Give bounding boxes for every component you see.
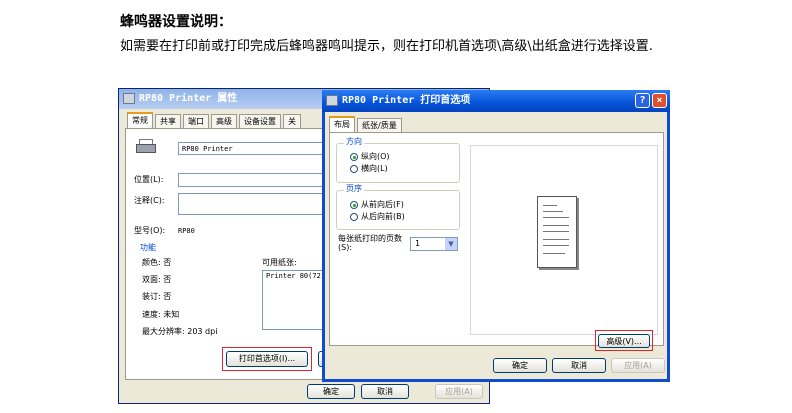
front-to-back-radio[interactable]: 从前向后(F)	[350, 200, 404, 210]
close-icon[interactable]: ×	[652, 93, 667, 108]
properties-apply-button[interactable]: 应用(A)	[435, 384, 483, 399]
portrait-radio[interactable]: 纵向(O)	[350, 152, 390, 162]
screenshot: RP80 Printer 属性 常规 共享 端口 高级 设备设置 关 RP80 …	[118, 88, 670, 404]
tab-general[interactable]: 常规	[127, 112, 153, 129]
tab-advanced[interactable]: 高级	[211, 114, 237, 128]
location-field[interactable]	[178, 173, 326, 187]
duplex-feature: 双面: 否	[142, 275, 172, 284]
doc-title: 蜂鸣器设置说明：	[120, 14, 232, 30]
tab-device-settings[interactable]: 设备设置	[239, 114, 281, 128]
staple-feature: 装订: 否	[142, 292, 172, 301]
speed-feature: 速度: 未知	[142, 310, 180, 319]
tab-sharing[interactable]: 共享	[155, 114, 181, 128]
printer-large-icon	[136, 139, 156, 155]
back-to-front-radio[interactable]: 从后向前(B)	[350, 212, 405, 222]
pages-per-sheet-select[interactable]: 1 ▼	[410, 237, 458, 251]
layout-panel: 方向 纵向(O) 横向(L) 页序 从前向后(F) 从后向前(B) 每张纸打印的…	[329, 132, 664, 346]
tab-layout[interactable]: 布局	[329, 116, 355, 133]
preferences-window: RP80 Printer 打印首选项 ? × 布局 纸张/质量 方向 纵向(O)…	[322, 90, 670, 382]
properties-title: RP80 Printer 属性	[139, 93, 238, 104]
printer-icon	[123, 93, 135, 104]
landscape-radio[interactable]: 横向(L)	[350, 164, 388, 174]
properties-tabs: 常规 共享 端口 高级 设备设置 关	[127, 112, 303, 129]
tab-about[interactable]: 关	[283, 114, 301, 128]
chevron-down-icon[interactable]: ▼	[445, 238, 457, 250]
doc-paragraph: 如需要在打印前或打印完成后蜂鸣器鸣叫提示，则在打印机首选项\高级\出纸盒进行选择…	[120, 39, 653, 54]
orientation-group	[336, 143, 460, 183]
pages-per-sheet-value: 1	[415, 239, 421, 248]
page-order-title: 页序	[344, 183, 364, 194]
printer-icon	[326, 95, 338, 106]
comment-label: 注释(C):	[134, 196, 165, 205]
properties-ok-button[interactable]: 确定	[307, 384, 355, 399]
resolution-feature: 最大分辨率: 203 dpi	[142, 327, 218, 336]
preferences-cancel-button[interactable]: 取消	[552, 358, 606, 373]
preferences-ok-button[interactable]: 确定	[493, 358, 547, 373]
preferences-titlebar[interactable]: RP80 Printer 打印首选项 ? ×	[322, 90, 670, 112]
model-value: RP80	[178, 227, 195, 235]
model-label: 型号(O):	[134, 226, 166, 235]
location-label: 位置(L):	[134, 175, 164, 184]
preferences-tabs: 布局 纸张/质量	[329, 116, 404, 133]
orientation-title: 方向	[344, 136, 364, 147]
page-preview-icon	[537, 196, 577, 268]
highlight-print-preferences	[222, 347, 312, 371]
tab-ports[interactable]: 端口	[183, 114, 209, 128]
paper-list[interactable]: Printer 80(72	[262, 270, 326, 330]
preferences-apply-button[interactable]: 应用(A)	[611, 358, 665, 373]
page-order-group	[336, 190, 460, 230]
paper-label: 可用纸张:	[262, 258, 297, 267]
help-icon[interactable]: ?	[635, 93, 650, 108]
printer-name-field[interactable]: RP80 Printer	[178, 142, 326, 155]
layout-preview	[470, 145, 658, 335]
color-feature: 颜色: 否	[142, 258, 172, 267]
general-panel: RP80 Printer 位置(L): 注释(C): 型号(O): RP80 功…	[125, 128, 328, 380]
properties-cancel-button[interactable]: 取消	[361, 384, 409, 399]
tab-paper-quality[interactable]: 纸张/质量	[357, 118, 402, 132]
preferences-title: RP80 Printer 打印首选项	[342, 95, 471, 106]
pages-per-sheet-label: 每张纸打印的页数(S):	[338, 234, 402, 252]
highlight-advanced-button	[595, 330, 653, 351]
features-title: 功能	[140, 243, 156, 252]
comment-field[interactable]	[178, 193, 326, 215]
